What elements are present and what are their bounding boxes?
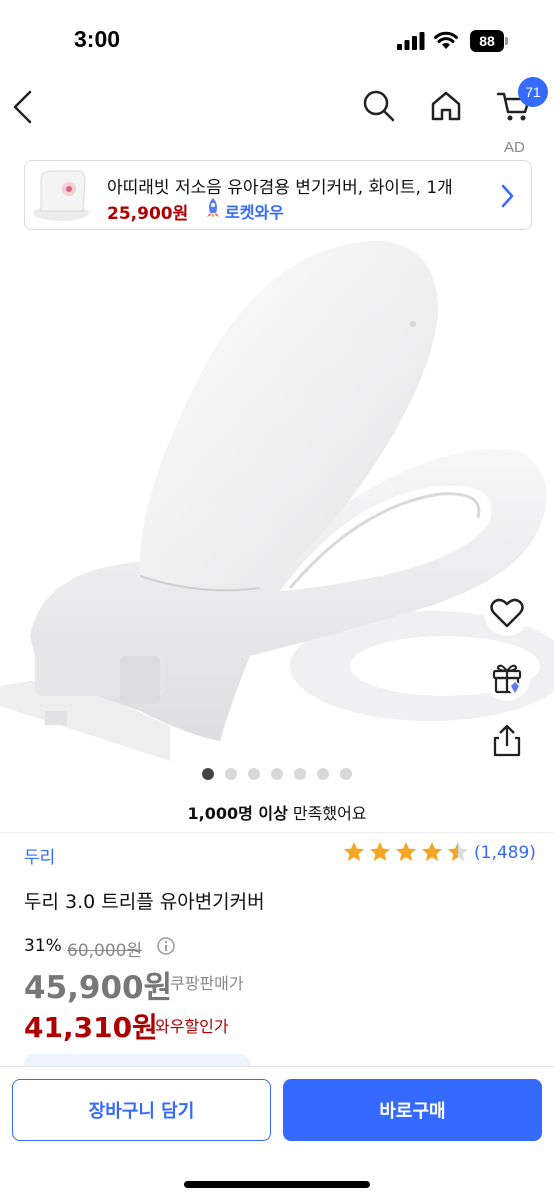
carousel-dot[interactable] [294, 768, 306, 780]
wow-price-label: 와우할인가 [155, 1017, 229, 1036]
star-icon [448, 842, 468, 861]
star-rating[interactable] [342, 840, 470, 866]
add-to-cart-button[interactable]: 장바구니 담기 [12, 1079, 271, 1141]
battery-icon: 88 [470, 30, 508, 52]
heart-icon [490, 598, 524, 628]
back-icon[interactable] [10, 84, 36, 130]
rocket-wow-label: 로켓와우 [225, 203, 284, 222]
star-icon [422, 842, 442, 861]
share-icon [493, 724, 521, 757]
carousel-dot[interactable] [271, 768, 283, 780]
search-icon[interactable] [361, 88, 397, 124]
star-icon [396, 842, 416, 861]
carousel-dot[interactable] [225, 768, 237, 780]
status-time: 3:00 [74, 26, 121, 52]
status-bar: 3:00 88 [0, 0, 554, 80]
sponsored-product-card[interactable]: 아띠래빗 저소음 유아겸용 변기커버, 화이트, 1개 25,900원 로켓와우 [24, 160, 532, 230]
review-count[interactable]: (1,489) [474, 843, 536, 863]
home-icon[interactable] [428, 88, 464, 124]
product-title: 두리 3.0 트리플 유아변기커버 [24, 891, 265, 913]
wishlist-button[interactable] [484, 590, 530, 636]
carousel-dot[interactable] [317, 768, 329, 780]
info-icon[interactable] [156, 936, 176, 956]
sponsored-product-thumbnail [33, 170, 89, 221]
cart-count-badge[interactable]: 71 [518, 77, 548, 107]
wifi-icon [434, 31, 458, 49]
carousel-dot[interactable] [340, 768, 352, 780]
buy-now-button[interactable]: 바로구매 [283, 1079, 542, 1141]
carousel-dot[interactable] [248, 768, 260, 780]
gift-icon [492, 664, 522, 694]
original-price: 60,000원 [67, 941, 143, 961]
satisfaction-count: 1,000명 이상 [187, 804, 288, 823]
coupang-price-label: 쿠팡판매가 [170, 974, 244, 993]
gift-button[interactable] [484, 655, 530, 701]
battery-level: 88 [470, 30, 504, 52]
wow-price: 41,310원 [24, 1011, 158, 1044]
coupang-price: 45,900원 [24, 970, 173, 1006]
image-carousel-indicator[interactable] [202, 768, 352, 782]
discount-rate: 31% [24, 936, 62, 956]
sponsored-product-price: 25,900원 [107, 204, 189, 224]
cellular-signal-icon [397, 32, 425, 50]
chevron-right-icon [501, 184, 514, 208]
carousel-dot[interactable] [202, 768, 214, 780]
star-icon [370, 842, 390, 861]
bottom-action-bar: 장바구니 담기 바로구매 [0, 1066, 554, 1200]
product-image[interactable] [0, 236, 554, 766]
top-nav: 71 [0, 77, 554, 140]
satisfaction-text: 1,000명 이상 만족했어요 [0, 800, 554, 824]
divider [0, 832, 554, 833]
ad-label: AD [504, 139, 525, 156]
star-icon [344, 842, 364, 861]
share-button[interactable] [484, 718, 530, 764]
sponsored-product-title: 아띠래빗 저소음 유아겸용 변기커버, 화이트, 1개 [107, 178, 453, 198]
rocket-wow-icon [207, 198, 219, 218]
home-indicator [184, 1181, 370, 1188]
satisfaction-label: 만족했어요 [287, 804, 367, 823]
brand-link[interactable]: 두리 [24, 843, 55, 868]
